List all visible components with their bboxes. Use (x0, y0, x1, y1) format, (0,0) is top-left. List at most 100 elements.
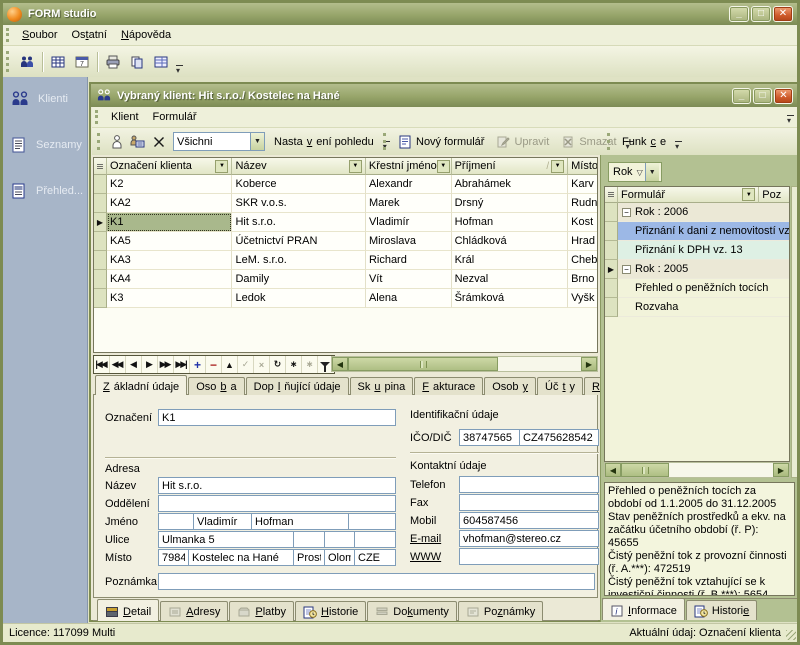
collapse-icon[interactable]: − (622, 265, 631, 274)
chevron-down-icon[interactable]: ▼ (250, 133, 264, 150)
new-form-button[interactable]: Nový formulář (392, 131, 490, 152)
titul-za-field[interactable] (348, 513, 396, 530)
column-header-oznaceni[interactable]: Označení klienta▼ (107, 158, 232, 175)
collapse-icon[interactable]: − (622, 208, 631, 217)
menu-item-ostatni[interactable]: Ostatní (64, 27, 113, 43)
bookmark-button[interactable]: ∗ (286, 356, 302, 373)
table-row[interactable]: KA5 Účetnictví PRAN Miroslava Chládková … (94, 232, 597, 251)
oddeleni-field[interactable] (158, 495, 396, 512)
title-bar[interactable]: FORM studio _ □ ✕ (3, 3, 797, 25)
tree-item-row[interactable]: Přiznání k DPH vz. 13 (605, 241, 789, 260)
next-record-button[interactable]: ▶ (142, 356, 158, 373)
scroll-left-icon[interactable]: ◀ (332, 357, 348, 371)
reports-toolbar-button[interactable] (149, 50, 173, 74)
minimize-button[interactable]: _ (729, 6, 749, 22)
toolbar-overflow-chevron[interactable]: ▾ (173, 65, 186, 77)
toolbar-grip[interactable] (6, 51, 11, 73)
ico-field[interactable] (459, 429, 520, 446)
zeme-field[interactable] (354, 549, 396, 566)
menu-item-formular[interactable]: Formulář (146, 109, 204, 125)
person-toolbar-button[interactable] (106, 131, 127, 152)
post-edit-button[interactable]: ✓ (238, 356, 254, 373)
tree-item-row[interactable]: Přehled o peněžních tocích (605, 279, 789, 298)
client-maximize-button[interactable]: □ (753, 88, 772, 104)
column-header-krestni-jmeno[interactable]: Křestní jméno▼ (366, 158, 452, 175)
tab-adresy[interactable]: Adresy (160, 601, 228, 621)
column-header-nazev[interactable]: Název▼ (232, 158, 365, 175)
clear-selection-toolbar-button[interactable] (148, 131, 169, 152)
tab-informace[interactable]: i Informace (602, 598, 685, 620)
refresh-button[interactable]: ↻ (270, 356, 286, 373)
scroll-right-icon[interactable]: ▶ (581, 357, 597, 371)
edit-record-button[interactable]: ▲ (222, 356, 238, 373)
kraj-field[interactable] (324, 549, 355, 566)
ulice-extra-field[interactable] (354, 531, 396, 548)
scrollbar-thumb[interactable] (621, 463, 669, 477)
krestni-jmeno-field[interactable] (193, 513, 252, 530)
menu-item-klient[interactable]: Klient (104, 109, 146, 125)
print-toolbar-button[interactable] (101, 50, 125, 74)
column-filter-chevron-icon[interactable]: ▼ (349, 160, 362, 173)
person-card-toolbar-button[interactable] (127, 131, 148, 152)
tree-group-row[interactable]: ▶ −Rok : 2005 (605, 260, 789, 279)
group-by-box[interactable]: Rok ▽ ▼ (608, 162, 662, 182)
column-filter-chevron-icon[interactable]: ▼ (551, 160, 564, 173)
toolbar-grip[interactable] (607, 133, 612, 149)
column-filter-chevron-icon[interactable]: ▼ (437, 160, 450, 173)
column-header-misto[interactable]: Místo (568, 158, 597, 175)
table-row[interactable]: KA3 LeM. s.r.o. Richard Král Cheb (94, 251, 597, 270)
titul-field[interactable] (158, 513, 194, 530)
tree-item-row[interactable]: Rozvaha (605, 298, 789, 317)
ulice-field[interactable] (158, 531, 294, 548)
table-row-selected[interactable]: ▶ K1 Hit s.r.o. Vladimír Hofman Kost (94, 213, 597, 232)
table-row[interactable]: K2 Koberce Alexandr Abrahámek Karv (94, 175, 597, 194)
column-filter-chevron-icon[interactable]: ▼ (742, 188, 755, 201)
calendar-toolbar-button[interactable]: 7 (70, 50, 94, 74)
mesto-field[interactable] (188, 549, 294, 566)
tab-osoba[interactable]: Osoba (188, 377, 244, 395)
goto-bookmark-button[interactable]: ∗ (302, 356, 318, 373)
menu-grip[interactable] (6, 28, 11, 42)
email-field[interactable] (459, 530, 599, 547)
view-settings-button[interactable]: Nastavení pohledu (268, 131, 380, 152)
client-minimize-button[interactable]: _ (732, 88, 751, 104)
scroll-right-icon[interactable]: ▶ (773, 463, 789, 477)
tab-detail[interactable]: Detail (97, 599, 159, 621)
chevron-down-icon[interactable]: ▼ (645, 163, 659, 181)
scrollbar-thumb[interactable] (348, 357, 498, 371)
scroll-left-icon[interactable]: ◀ (605, 463, 621, 477)
toolbar-grip[interactable] (97, 133, 102, 149)
telefon-field[interactable] (459, 476, 599, 493)
dic-field[interactable] (519, 429, 599, 446)
last-record-button[interactable]: ▶▶| (174, 356, 190, 373)
poznamka-field[interactable] (158, 573, 595, 590)
first-record-button[interactable]: |◀◀ (94, 356, 110, 373)
column-filter-chevron-icon[interactable]: ▼ (215, 160, 228, 173)
tab-fakturace[interactable]: Fakturace (414, 377, 483, 395)
tab-doplnujici-udaje[interactable]: Doplňující údaje (246, 377, 349, 395)
filter-combobox[interactable]: Všichni ▼ (173, 132, 265, 151)
tab-historie[interactable]: Historie (295, 601, 366, 621)
oznaceni-field[interactable] (158, 409, 396, 426)
menu-item-napoveda[interactable]: Nápověda (114, 27, 178, 43)
copy-toolbar-button[interactable] (125, 50, 149, 74)
client-window-title-bar[interactable]: Vybraný klient: Hit s.r.o./ Kostelec na … (91, 84, 798, 107)
prior-page-button[interactable]: ◀◀ (110, 356, 126, 373)
tab-skupina[interactable]: Skupina (350, 377, 414, 395)
tab-poznamky[interactable]: Poznámky (458, 601, 543, 621)
prior-record-button[interactable]: ◀ (126, 356, 142, 373)
sidebar-item-prehled[interactable]: Přehled... (11, 183, 87, 199)
fax-field[interactable] (459, 494, 599, 511)
column-header-poz[interactable]: Poz (759, 187, 789, 203)
tab-dokumenty[interactable]: Dokumenty (367, 601, 457, 621)
tree-group-row[interactable]: −Rok : 2006 (605, 203, 789, 222)
psc-field[interactable] (158, 549, 189, 566)
tab-ucty[interactable]: Účty (537, 377, 583, 395)
column-header-prijmeni[interactable]: Příjmení/▼ (452, 158, 569, 175)
table-row[interactable]: K3 Ledok Alena Šrámková Vyšk (94, 289, 597, 308)
menu-overflow-chevron[interactable]: ▾ (784, 115, 797, 127)
column-header-formular[interactable]: Formulář▼ (618, 187, 759, 203)
client-close-button[interactable]: ✕ (774, 88, 793, 104)
insert-record-button[interactable]: + (190, 356, 206, 373)
functions-button[interactable]: Funkce (616, 131, 672, 152)
